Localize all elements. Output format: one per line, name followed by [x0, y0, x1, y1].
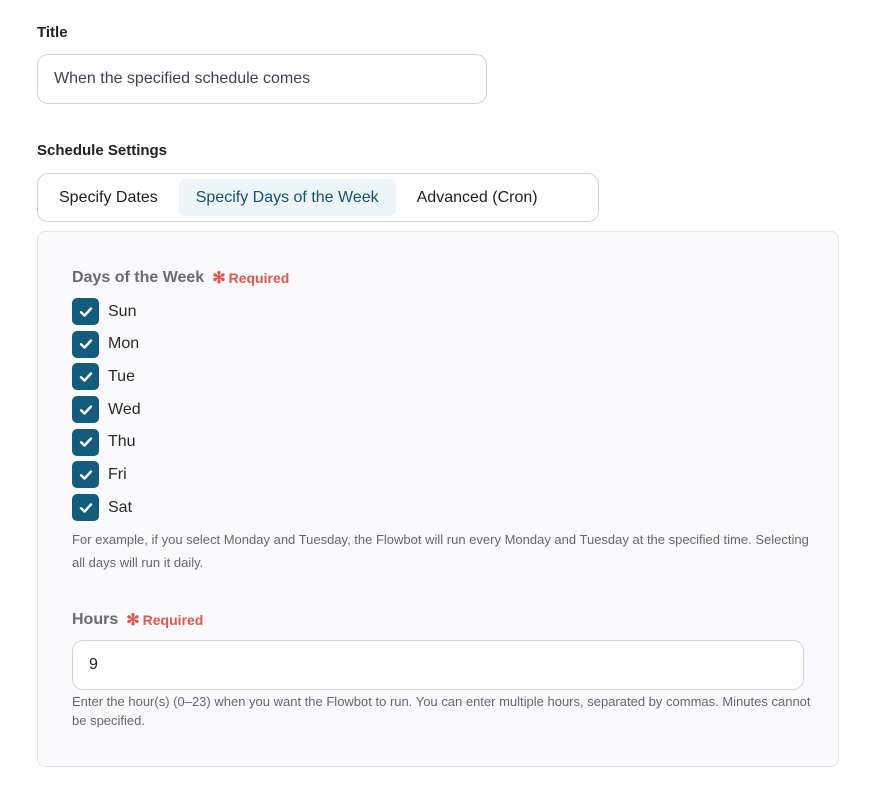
day-label: Thu: [108, 433, 136, 451]
checkbox-checked[interactable]: [72, 363, 99, 391]
checkmark-icon: [79, 339, 92, 349]
checkmark-icon: [79, 404, 92, 415]
day-label: Wed: [108, 400, 141, 418]
required-badge: ✻ Required: [126, 610, 203, 630]
day-label: Sat: [108, 498, 133, 516]
day-label: Mon: [108, 335, 140, 353]
hours-help-text: Enter the hour(s) (0–23) when you want t…: [72, 694, 811, 728]
checkmark-icon: [79, 306, 92, 317]
days-of-week-label: Days of the Week ✻ Required: [72, 268, 289, 288]
checkbox-checked[interactable]: [72, 494, 99, 522]
schedule-settings-label: Schedule Settings: [37, 142, 168, 159]
day-option-tue[interactable]: Tue: [72, 363, 141, 391]
day-option-sat[interactable]: Sat: [72, 494, 141, 522]
day-label: Fri: [108, 465, 127, 483]
asterisk-icon: ✻: [126, 612, 140, 629]
required-badge: ✻ Required: [212, 268, 289, 288]
hours-input[interactable]: [72, 640, 804, 690]
required-text: Required: [228, 270, 290, 286]
schedule-tabs: Specify Dates Specify Days of the Week A…: [37, 173, 599, 222]
hours-label-text: Hours: [72, 611, 119, 628]
checkmark-icon: [79, 502, 92, 513]
day-option-sun[interactable]: Sun: [72, 298, 141, 325]
tab-specify-days-of-week[interactable]: Specify Days of the Week: [178, 179, 396, 216]
checkmark-icon: [79, 470, 92, 480]
checkmark-icon: [79, 437, 92, 447]
day-option-mon[interactable]: Mon: [72, 330, 141, 358]
day-option-wed[interactable]: Wed: [72, 396, 141, 424]
day-option-fri[interactable]: Fri: [72, 461, 141, 489]
checkbox-checked[interactable]: [72, 298, 99, 325]
checkbox-checked[interactable]: [72, 461, 99, 489]
asterisk-icon: ✻: [212, 270, 226, 287]
tab-specify-dates[interactable]: Specify Dates: [42, 179, 175, 216]
title-input[interactable]: [37, 54, 487, 104]
day-label: Sun: [108, 302, 137, 320]
tab-advanced-cron[interactable]: Advanced (Cron): [400, 179, 555, 216]
day-option-thu[interactable]: Thu: [72, 428, 141, 456]
days-help-text: For example, if you select Monday and Tu…: [72, 532, 809, 570]
days-checkbox-list: Sun Mon Tue Wed Thu Fri Sat: [72, 298, 141, 527]
required-text: Required: [142, 612, 204, 628]
days-of-week-label-text: Days of the Week: [72, 269, 205, 286]
checkbox-checked[interactable]: [72, 428, 99, 456]
checkmark-icon: [79, 372, 92, 382]
checkbox-checked[interactable]: [72, 330, 99, 358]
day-label: Tue: [108, 367, 135, 385]
schedule-panel: Days of the Week ✻ Required Sun Mon Tue …: [37, 231, 839, 767]
checkbox-checked[interactable]: [72, 396, 99, 424]
hours-label: Hours ✻ Required: [72, 610, 203, 630]
title-label: Title: [37, 24, 68, 41]
